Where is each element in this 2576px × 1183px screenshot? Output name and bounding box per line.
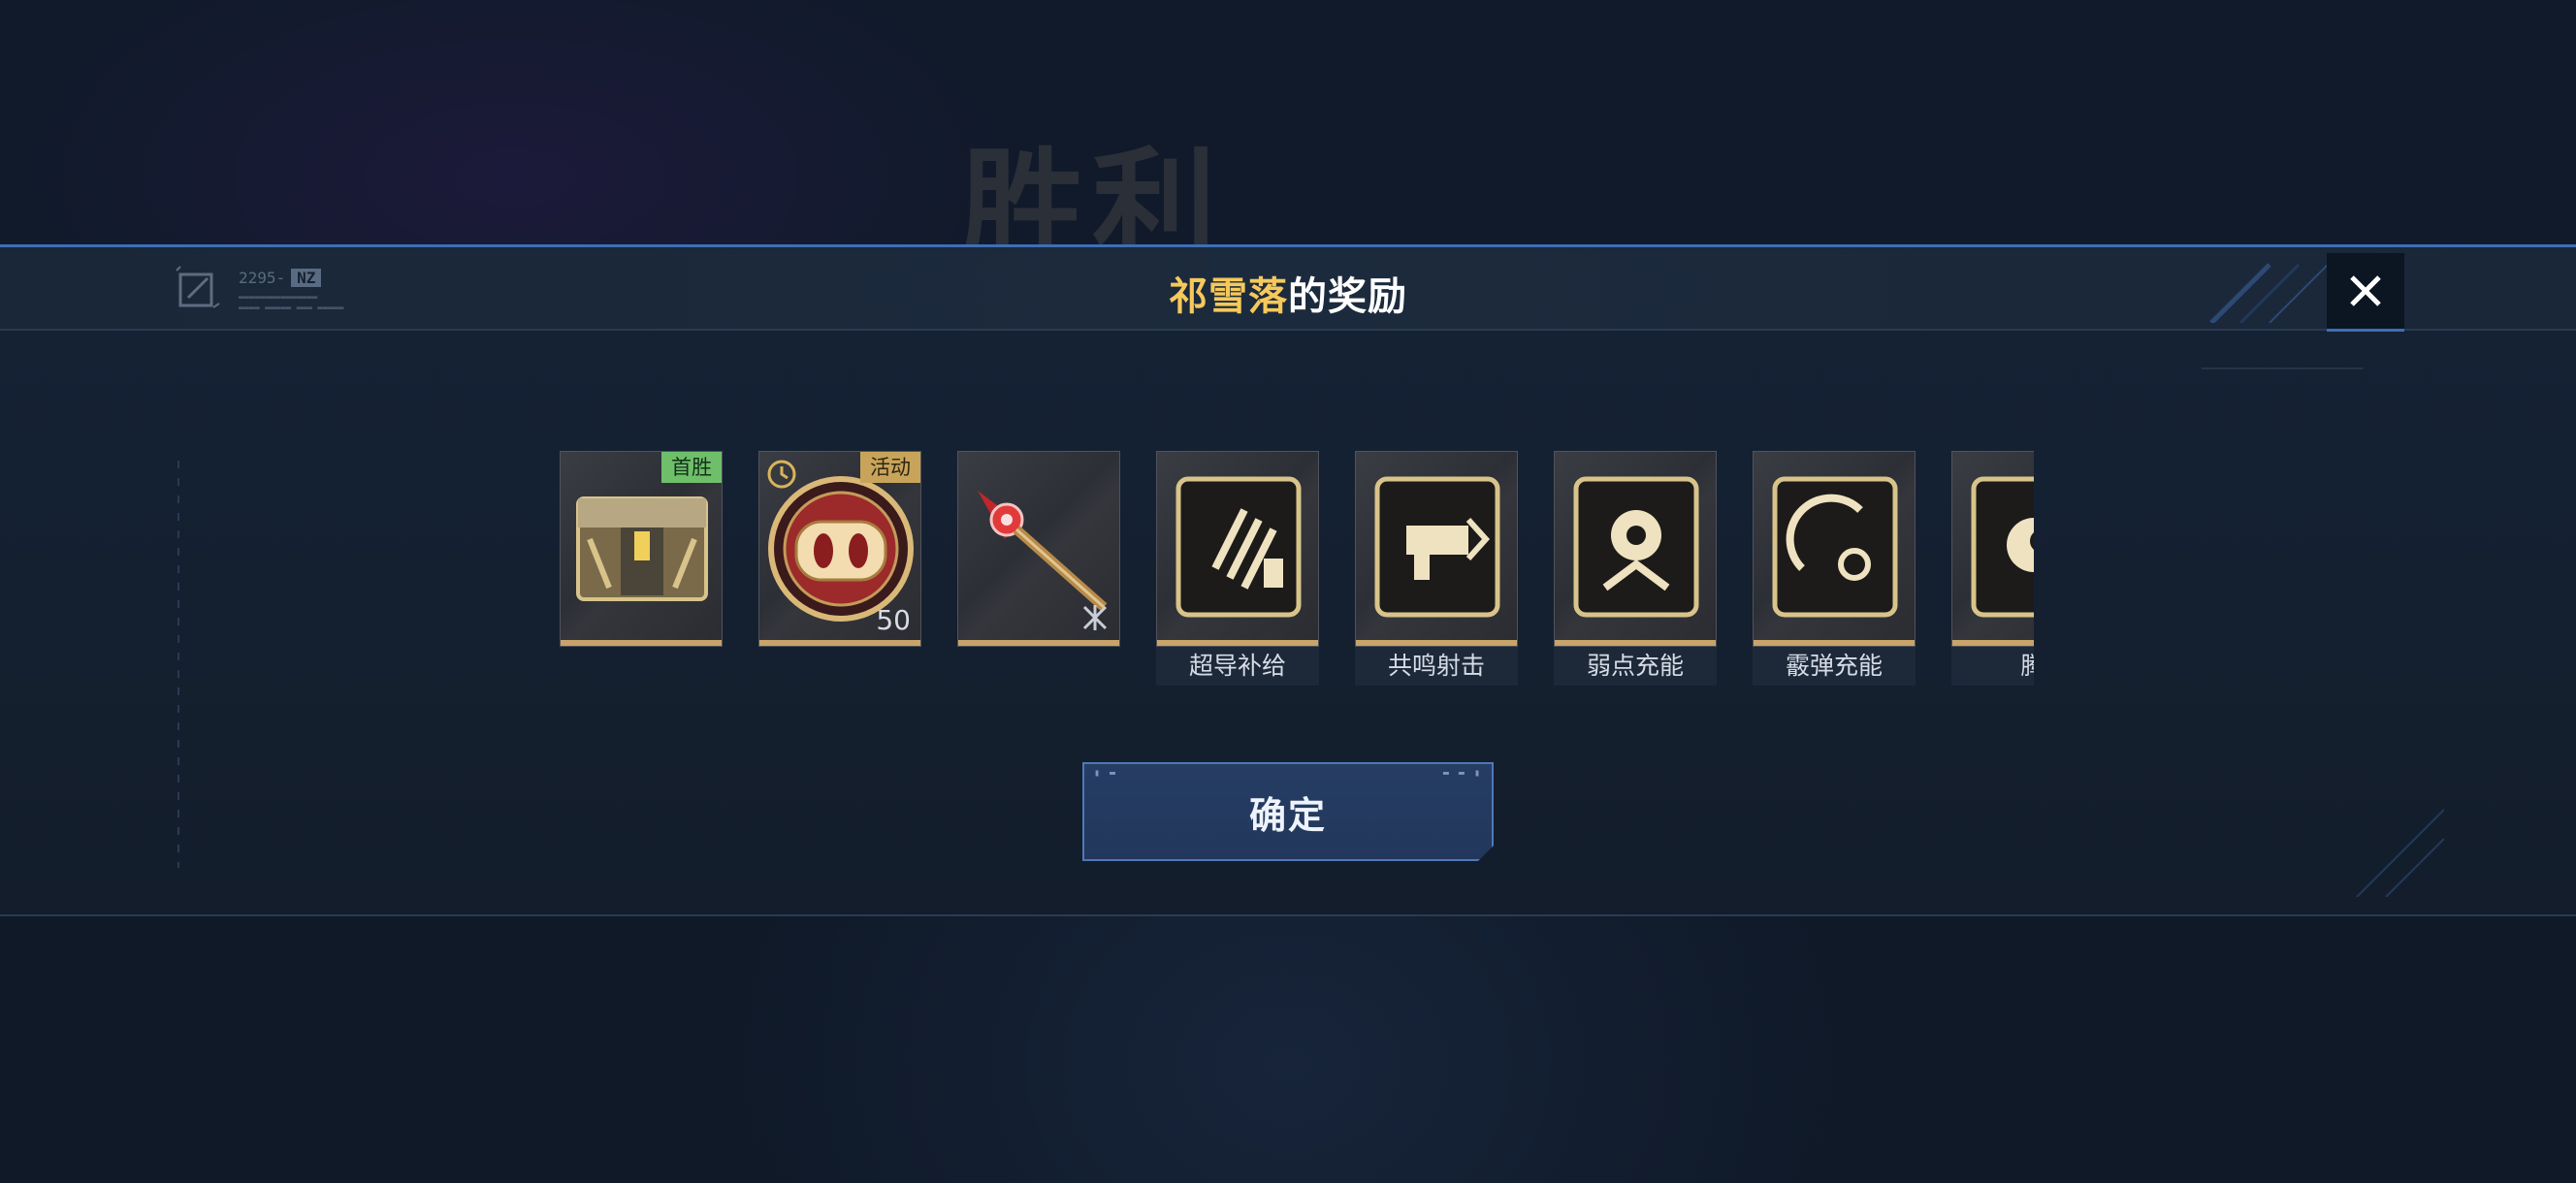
shotgun-charge-icon xyxy=(1772,476,1898,618)
reward-item[interactable] xyxy=(1156,451,1319,647)
right-corner-decor xyxy=(2356,809,2444,897)
reward-strip: 首胜 活动 50 超导补给 共鸣射击 弱点充能 霰弹充能 腾 xyxy=(560,451,2034,693)
reward-item[interactable] xyxy=(1951,451,2034,647)
header-decor-stripes xyxy=(2209,263,2328,323)
rarity-bar xyxy=(958,640,1119,646)
reward-label: 弱点充能 xyxy=(1554,647,1717,686)
first-win-badge: 首胜 xyxy=(661,452,722,483)
rarity-bar xyxy=(1157,640,1318,646)
weakpoint-charge-icon xyxy=(1573,476,1699,618)
reward-label: 超导补给 xyxy=(1156,647,1319,686)
reward-item[interactable] xyxy=(957,451,1120,647)
reward-label: 腾 xyxy=(1951,647,2034,686)
rarity-bar xyxy=(1754,640,1915,646)
close-icon xyxy=(2350,275,2381,306)
partial-module-icon xyxy=(1971,476,2034,618)
modal-header: 2295- NZ ▬▬▬▬▬▬▬▬▬▬▬▬▬▬▬ ▬▬▬▬ ▬▬▬▬▬ ▬▬▬ ▬▬… xyxy=(0,247,2576,332)
resonance-shot-icon xyxy=(1374,476,1500,618)
reward-label: 共鸣射击 xyxy=(1355,647,1518,686)
left-decor-rule xyxy=(177,461,179,868)
reward-item[interactable] xyxy=(1554,451,1717,647)
supply-module-icon xyxy=(1175,476,1302,618)
button-decor-text: ▮ ▬ xyxy=(1094,768,1118,779)
confirm-label: 确定 xyxy=(1248,793,1327,837)
player-name: 祁雪落 xyxy=(1169,274,1288,319)
reward-item[interactable] xyxy=(1355,451,1518,647)
reward-item[interactable]: 活动 50 xyxy=(758,451,921,647)
reward-label: 霰弹充能 xyxy=(1753,647,1916,686)
close-button[interactable] xyxy=(2327,253,2404,332)
button-decor-text: ▬ ▬ ▮ xyxy=(1442,768,1482,779)
reward-item[interactable]: 首胜 xyxy=(560,451,723,647)
rarity-bar xyxy=(1555,640,1716,646)
rarity-bar xyxy=(1952,640,2034,646)
clock-icon xyxy=(767,460,796,489)
weapon-type-icon xyxy=(1082,605,1108,630)
rarity-bar xyxy=(759,640,920,646)
modal-title: 祁雪落的奖励 xyxy=(0,265,2576,321)
decor-readout: ━━━━━━━━━━━━━━━━━━━━━━━ xyxy=(2202,362,2364,375)
event-badge: 活动 xyxy=(860,452,920,483)
rarity-bar xyxy=(561,640,722,646)
title-suffix: 的奖励 xyxy=(1288,274,1407,319)
rarity-bar xyxy=(1356,640,1517,646)
item-quantity: 50 xyxy=(876,604,911,636)
reward-item[interactable] xyxy=(1753,451,1916,647)
confirm-button[interactable]: ▮ ▬ ▬ ▬ ▮ 确定 xyxy=(1082,762,1494,861)
button-corner-cut xyxy=(1478,846,1494,861)
